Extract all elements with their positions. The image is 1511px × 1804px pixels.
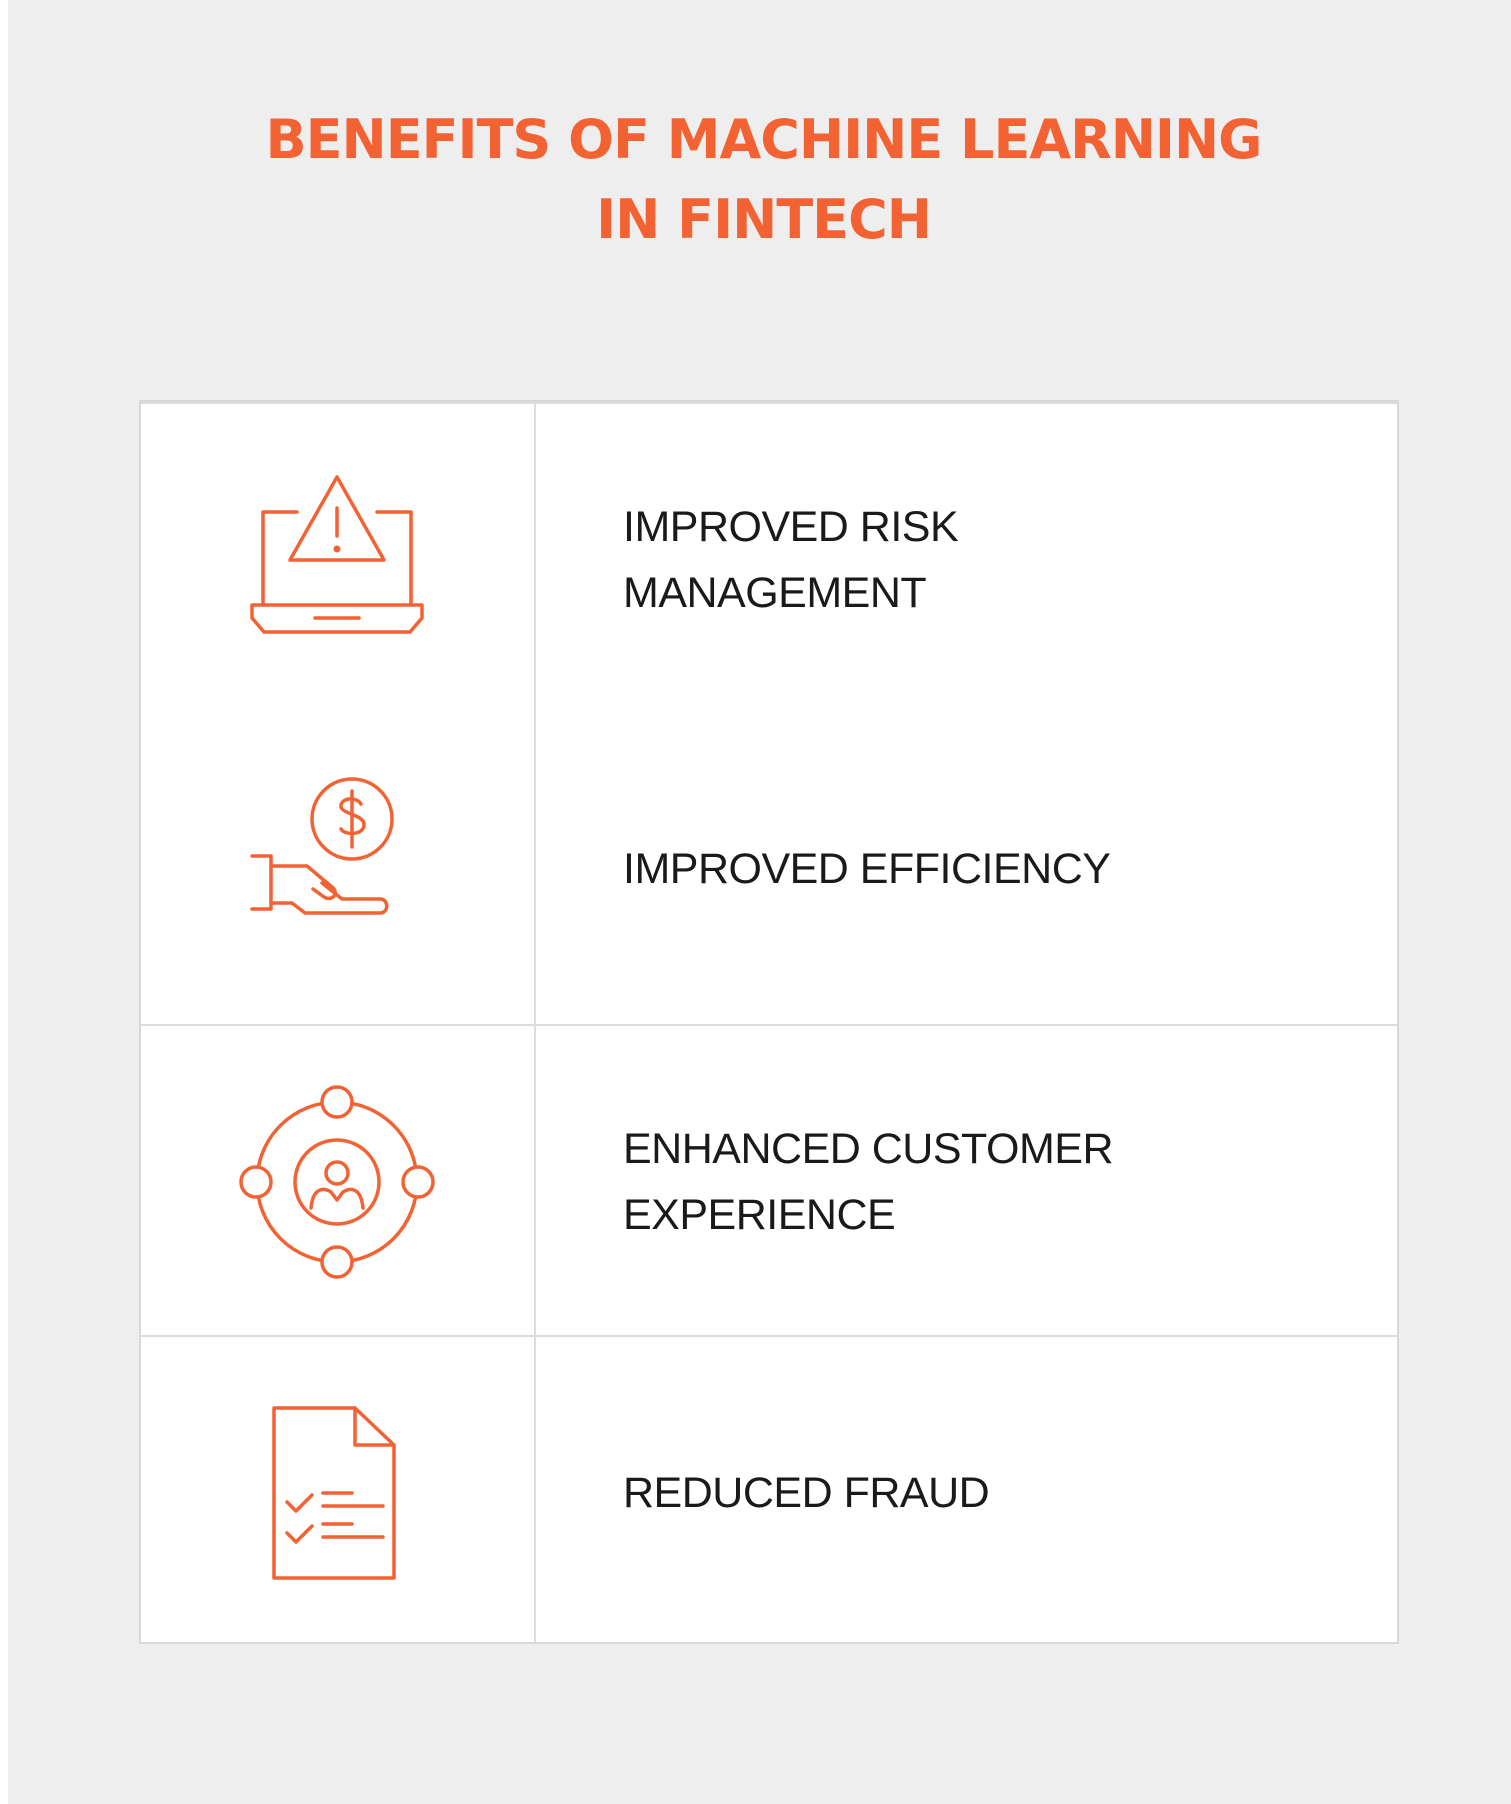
- page-canvas: BENEFITS OF MACHINE LEARNING IN FINTECH: [0, 0, 1511, 1804]
- page-title: BENEFITS OF MACHINE LEARNING IN FINTECH: [8, 100, 1511, 260]
- benefit-label: IMPROVED RISK MANAGEMENT: [623, 502, 959, 617]
- benefits-table: IMPROVED EFFICIENCY ENHANCED CUSTOMER EX…: [139, 400, 1399, 1644]
- title-line-2: IN FINTECH: [596, 188, 932, 251]
- laptop-warning-icon: [250, 474, 424, 634]
- benefit-row-efficiency: IMPROVED EFFICIENCY: [141, 713, 1397, 1024]
- benefit-label: REDUCED FRAUD: [623, 1468, 990, 1517]
- icon-cell: [141, 713, 534, 1024]
- label-cell: ENHANCED CUSTOMER EXPERIENCE: [623, 1026, 1343, 1337]
- benefit-row-fraud: REDUCED FRAUD: [141, 1335, 1397, 1648]
- customer-orbit-icon: [239, 1084, 435, 1279]
- benefit-label: ENHANCED CUSTOMER EXPERIENCE: [623, 1124, 1114, 1239]
- label-cell: IMPROVED EFFICIENCY: [623, 713, 1343, 1024]
- icon-cell: [141, 1026, 534, 1337]
- document-checklist-icon: [272, 1405, 396, 1580]
- benefit-row-customer-experience: ENHANCED CUSTOMER EXPERIENCE: [141, 1024, 1397, 1337]
- infographic-panel: BENEFITS OF MACHINE LEARNING IN FINTECH: [8, 0, 1511, 1804]
- benefit-row-risk-management: IMPROVED RISK MANAGEMENT: [141, 402, 1397, 715]
- label-cell: REDUCED FRAUD: [623, 1337, 1343, 1648]
- title-line-1: BENEFITS OF MACHINE LEARNING: [265, 108, 1262, 171]
- icon-cell: [141, 1337, 534, 1648]
- icon-cell: [141, 404, 534, 715]
- hand-dollar-coin-icon: [250, 776, 394, 915]
- label-cell: IMPROVED RISK MANAGEMENT: [623, 404, 1343, 715]
- benefit-label: IMPROVED EFFICIENCY: [623, 844, 1111, 893]
